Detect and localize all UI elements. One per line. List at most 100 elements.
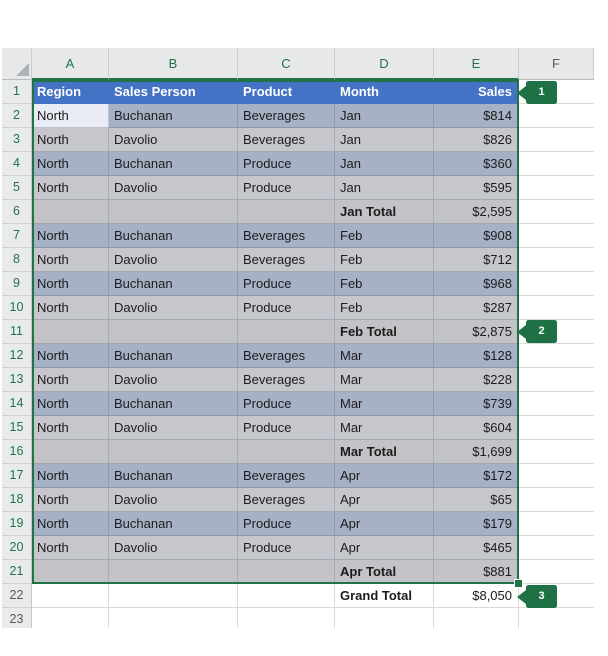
- cell-E22[interactable]: $8,050: [434, 584, 519, 608]
- cell-A19[interactable]: North: [32, 512, 109, 536]
- row-header-17[interactable]: 17: [2, 464, 32, 488]
- cell-A6[interactable]: [32, 200, 109, 224]
- cell-F12[interactable]: [519, 344, 594, 368]
- row-header-22[interactable]: 22: [2, 584, 32, 608]
- cell-B1[interactable]: Sales Person: [109, 80, 238, 104]
- cell-F19[interactable]: [519, 512, 594, 536]
- row-header-16[interactable]: 16: [2, 440, 32, 464]
- cell-C1[interactable]: Product: [238, 80, 335, 104]
- cell-D19[interactable]: Apr: [335, 512, 434, 536]
- row-header-9[interactable]: 9: [2, 272, 32, 296]
- row-header-1[interactable]: 1: [2, 80, 32, 104]
- cell-D15[interactable]: Mar: [335, 416, 434, 440]
- column-header-d[interactable]: D: [335, 48, 434, 80]
- row-header-19[interactable]: 19: [2, 512, 32, 536]
- cell-F16[interactable]: [519, 440, 594, 464]
- column-header-c[interactable]: C: [238, 48, 335, 80]
- cell-A4[interactable]: North: [32, 152, 109, 176]
- cell-B15[interactable]: Davolio: [109, 416, 238, 440]
- cell-E18[interactable]: $65: [434, 488, 519, 512]
- cell-D5[interactable]: Jan: [335, 176, 434, 200]
- cell-D13[interactable]: Mar: [335, 368, 434, 392]
- cell-B20[interactable]: Davolio: [109, 536, 238, 560]
- cell-D17[interactable]: Apr: [335, 464, 434, 488]
- cell-B6[interactable]: [109, 200, 238, 224]
- cell-F3[interactable]: [519, 128, 594, 152]
- cell-E2[interactable]: $814: [434, 104, 519, 128]
- cell-C18[interactable]: Beverages: [238, 488, 335, 512]
- cell-F7[interactable]: [519, 224, 594, 248]
- cell-D23[interactable]: [335, 608, 434, 628]
- column-header-b[interactable]: B: [109, 48, 238, 80]
- cell-F5[interactable]: [519, 176, 594, 200]
- cell-A17[interactable]: North: [32, 464, 109, 488]
- cell-C20[interactable]: Produce: [238, 536, 335, 560]
- row-header-14[interactable]: 14: [2, 392, 32, 416]
- cell-A13[interactable]: North: [32, 368, 109, 392]
- cell-E11[interactable]: $2,875: [434, 320, 519, 344]
- cell-B3[interactable]: Davolio: [109, 128, 238, 152]
- cell-C3[interactable]: Beverages: [238, 128, 335, 152]
- cell-F6[interactable]: [519, 200, 594, 224]
- row-header-21[interactable]: 21: [2, 560, 32, 584]
- cell-A15[interactable]: North: [32, 416, 109, 440]
- cell-E20[interactable]: $465: [434, 536, 519, 560]
- cell-E23[interactable]: [434, 608, 519, 628]
- cell-E14[interactable]: $739: [434, 392, 519, 416]
- cell-E3[interactable]: $826: [434, 128, 519, 152]
- cell-B16[interactable]: [109, 440, 238, 464]
- cell-B5[interactable]: Davolio: [109, 176, 238, 200]
- cell-C8[interactable]: Beverages: [238, 248, 335, 272]
- row-header-8[interactable]: 8: [2, 248, 32, 272]
- row-header-7[interactable]: 7: [2, 224, 32, 248]
- cell-A18[interactable]: North: [32, 488, 109, 512]
- cell-D10[interactable]: Feb: [335, 296, 434, 320]
- cell-A16[interactable]: [32, 440, 109, 464]
- cell-C12[interactable]: Beverages: [238, 344, 335, 368]
- cell-F17[interactable]: [519, 464, 594, 488]
- row-header-3[interactable]: 3: [2, 128, 32, 152]
- cell-C22[interactable]: [238, 584, 335, 608]
- cell-B21[interactable]: [109, 560, 238, 584]
- cell-A20[interactable]: North: [32, 536, 109, 560]
- cell-C5[interactable]: Produce: [238, 176, 335, 200]
- cell-C2[interactable]: Beverages: [238, 104, 335, 128]
- cell-E13[interactable]: $228: [434, 368, 519, 392]
- row-header-12[interactable]: 12: [2, 344, 32, 368]
- cell-E6[interactable]: $2,595: [434, 200, 519, 224]
- cell-A23[interactable]: [32, 608, 109, 628]
- cell-D6[interactable]: Jan Total: [335, 200, 434, 224]
- cell-A5[interactable]: North: [32, 176, 109, 200]
- cell-E21[interactable]: $881: [434, 560, 519, 584]
- row-header-10[interactable]: 10: [2, 296, 32, 320]
- row-header-2[interactable]: 2: [2, 104, 32, 128]
- cell-B12[interactable]: Buchanan: [109, 344, 238, 368]
- cell-D14[interactable]: Mar: [335, 392, 434, 416]
- cell-E8[interactable]: $712: [434, 248, 519, 272]
- cell-E12[interactable]: $128: [434, 344, 519, 368]
- cell-D22[interactable]: Grand Total: [335, 584, 434, 608]
- cell-C4[interactable]: Produce: [238, 152, 335, 176]
- cell-B22[interactable]: [109, 584, 238, 608]
- cell-D7[interactable]: Feb: [335, 224, 434, 248]
- cell-A1[interactable]: Region: [32, 80, 109, 104]
- cell-F9[interactable]: [519, 272, 594, 296]
- cell-B8[interactable]: Davolio: [109, 248, 238, 272]
- row-header-5[interactable]: 5: [2, 176, 32, 200]
- row-header-13[interactable]: 13: [2, 368, 32, 392]
- cell-E10[interactable]: $287: [434, 296, 519, 320]
- cell-F21[interactable]: [519, 560, 594, 584]
- cell-D20[interactable]: Apr: [335, 536, 434, 560]
- cell-A10[interactable]: North: [32, 296, 109, 320]
- cell-B4[interactable]: Buchanan: [109, 152, 238, 176]
- cell-D3[interactable]: Jan: [335, 128, 434, 152]
- cell-A14[interactable]: North: [32, 392, 109, 416]
- cell-A3[interactable]: North: [32, 128, 109, 152]
- cell-B9[interactable]: Buchanan: [109, 272, 238, 296]
- row-header-11[interactable]: 11: [2, 320, 32, 344]
- row-header-15[interactable]: 15: [2, 416, 32, 440]
- cell-A8[interactable]: North: [32, 248, 109, 272]
- cell-C6[interactable]: [238, 200, 335, 224]
- select-all-button[interactable]: [2, 48, 32, 80]
- row-header-20[interactable]: 20: [2, 536, 32, 560]
